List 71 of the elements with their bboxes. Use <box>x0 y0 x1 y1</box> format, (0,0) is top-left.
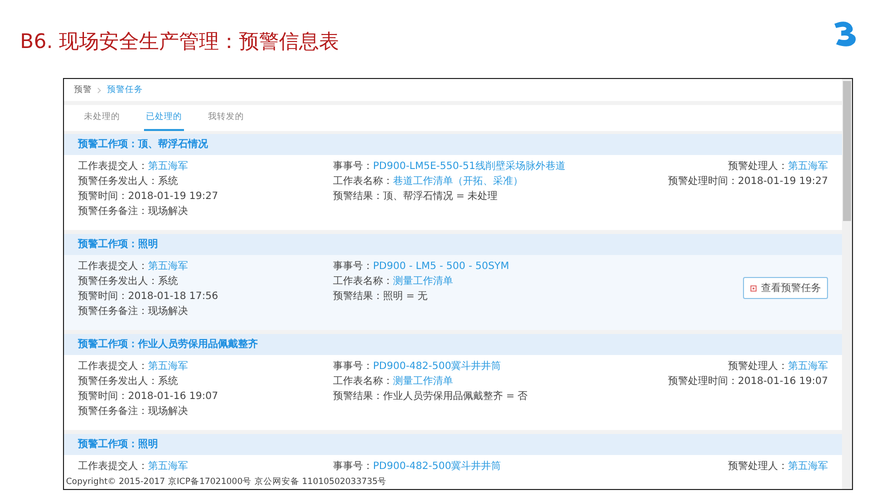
field-label: 预警任务备注： <box>78 406 148 417</box>
field-value: 照明 = 无 <box>383 291 428 302</box>
field-value: 作业人员劳保用品佩戴整齐 = 否 <box>383 391 528 402</box>
field-value: 顶、帮浮石情况 = 未处理 <box>383 191 498 202</box>
field-label: 工作表提交人： <box>78 361 148 372</box>
tab[interactable]: 未处理的 <box>82 105 122 131</box>
field-label: 预警任务备注： <box>78 306 148 317</box>
field-value: 2018-01-18 17:56 <box>128 291 218 302</box>
scrollbar-thumb[interactable] <box>843 81 851 221</box>
field-label: 预警任务发出人： <box>78 276 158 287</box>
field-label: 预警时间： <box>78 391 128 402</box>
card-header: 预警工作项：照明 <box>64 234 842 255</box>
field-label: 事事号： <box>333 161 373 172</box>
field-value: 现场解决 <box>148 306 188 317</box>
field-value: 系统 <box>158 276 178 287</box>
field-value: 系统 <box>158 376 178 387</box>
field-value: 2018-01-19 19:27 <box>128 191 218 202</box>
field-label: 预警结果： <box>333 391 383 402</box>
field-label: 预警结果： <box>333 291 383 302</box>
field-link[interactable]: 第五海军 <box>148 161 188 172</box>
field-link[interactable]: 测量工作清单 <box>393 276 453 287</box>
field-label: 预警任务发出人： <box>78 376 158 387</box>
field-link[interactable]: PD900-LM5E-550-51线削壁采场脉外巷道 <box>373 161 566 172</box>
field-label: 预警时间： <box>78 291 128 302</box>
field-label: 事事号： <box>333 361 373 372</box>
field-label: 事事号： <box>333 461 373 472</box>
field-value: 现场解决 <box>148 206 188 217</box>
field-label: 工作表名称： <box>333 376 393 387</box>
copyright-text: Copyright© 2015-2017 京ICP备17021000号 京公网安备 11010502033735号 <box>64 476 842 489</box>
field-value: 现场解决 <box>148 406 188 417</box>
card-header: 预警工作项：照明 <box>64 434 842 455</box>
slide-title: B6. 现场安全生产管理：预警信息表 <box>20 28 340 54</box>
field-label: 工作表提交人： <box>78 161 148 172</box>
field-label: 预警处理时间： <box>668 176 738 187</box>
field-link[interactable]: 巷道工作清单（开拓、采准） <box>393 176 523 187</box>
field-link[interactable]: 第五海军 <box>148 461 188 472</box>
field-link[interactable]: 第五海军 <box>788 461 828 472</box>
field-link[interactable]: 第五海军 <box>788 361 828 372</box>
field-label: 预警任务发出人： <box>78 176 158 187</box>
field-link[interactable]: PD900-482-500冀斗井井筒 <box>373 461 502 472</box>
field-link[interactable]: 第五海军 <box>148 261 188 272</box>
field-label: 工作表提交人： <box>78 261 148 272</box>
field-link[interactable]: 第五海军 <box>148 361 188 372</box>
document-icon <box>750 284 757 292</box>
field-label: 预警任务备注： <box>78 206 148 217</box>
field-label: 预警处理人： <box>728 361 788 372</box>
field-label: 预警处理人： <box>728 161 788 172</box>
chevron-icon <box>97 86 102 94</box>
field-label: 事事号： <box>333 261 373 272</box>
field-label: 预警时间： <box>78 191 128 202</box>
field-link[interactable]: PD900-482-500冀斗井井筒 <box>373 361 502 372</box>
breadcrumb-item: 预警 <box>74 84 92 96</box>
field-label: 预警处理人： <box>728 461 788 472</box>
field-value: 2018-01-19 19:27 <box>738 176 828 187</box>
field-label: 工作表名称： <box>333 176 393 187</box>
field-link[interactable]: PD900 - LM5 - 500 - 50SYM <box>373 261 510 272</box>
tab[interactable]: 我转发的 <box>206 105 246 131</box>
field-value: 系统 <box>158 176 178 187</box>
view-task-button[interactable]: 查看预警任务 <box>743 277 828 299</box>
field-link[interactable]: 第五海军 <box>788 161 828 172</box>
field-value: 2018-01-16 19:07 <box>128 391 218 402</box>
tab[interactable]: 已处理的 <box>144 105 184 131</box>
field-label: 工作表提交人： <box>78 461 148 472</box>
field-label: 预警结果： <box>333 191 383 202</box>
field-value: 2018-01-16 19:07 <box>738 376 828 387</box>
field-link[interactable]: 测量工作清单 <box>393 376 453 387</box>
card-header: 预警工作项：作业人员劳保用品佩戴整齐 <box>64 334 842 355</box>
field-label: 预警处理时间： <box>668 376 738 387</box>
field-label: 工作表名称： <box>333 276 393 287</box>
breadcrumb-item[interactable]: 预警任务 <box>107 84 143 96</box>
card-header: 预警工作项：顶、帮浮石情况 <box>64 134 842 155</box>
